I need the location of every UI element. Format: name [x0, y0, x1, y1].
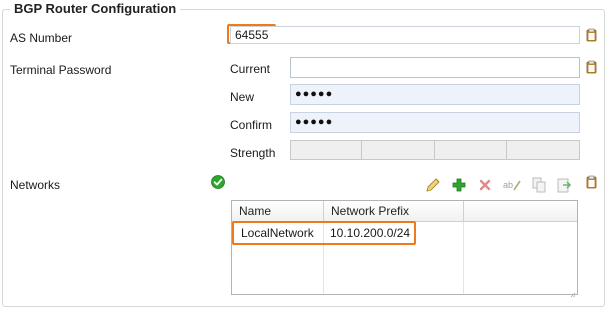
- svg-text:ab: ab: [503, 180, 513, 190]
- section-title: BGP Router Configuration: [10, 1, 181, 16]
- networks-table[interactable]: Name Network Prefix LocalNetwork 10.10.2…: [231, 200, 578, 298]
- column-header-name[interactable]: Name: [232, 201, 324, 222]
- delete-x-icon[interactable]: [476, 176, 494, 194]
- current-password-label: Current: [230, 62, 271, 76]
- terminal-password-label: Terminal Password: [10, 63, 112, 77]
- confirm-password-label: Confirm: [230, 118, 273, 132]
- networks-toolbar: ab: [420, 176, 580, 196]
- copy-icon[interactable]: [530, 176, 548, 194]
- strength-label: Strength: [230, 146, 276, 160]
- resize-grip[interactable]: [570, 287, 576, 298]
- strength-segment: [362, 140, 435, 160]
- current-password-input[interactable]: [290, 57, 580, 78]
- rename-icon[interactable]: ab: [502, 176, 522, 194]
- row-highlight: [232, 221, 416, 245]
- green-check-icon: [211, 175, 225, 189]
- strength-segment: [290, 140, 362, 160]
- clipboard-icon[interactable]: [586, 175, 597, 189]
- column-header-spacer: [464, 201, 577, 222]
- column-header-prefix[interactable]: Network Prefix: [324, 201, 464, 222]
- edit-pencil-icon[interactable]: [424, 176, 442, 194]
- confirm-password-input[interactable]: ●●●●●: [290, 112, 580, 133]
- new-password-input[interactable]: ●●●●●: [290, 84, 580, 105]
- strength-segment: [507, 140, 580, 160]
- strength-segment: [435, 140, 507, 160]
- networks-label: Networks: [10, 178, 61, 192]
- clipboard-icon[interactable]: [586, 28, 597, 42]
- as-number-value: 64555: [235, 28, 269, 42]
- as-number-label: AS Number: [10, 31, 73, 45]
- add-plus-icon[interactable]: [450, 176, 468, 194]
- new-password-label: New: [230, 90, 255, 104]
- as-number-input[interactable]: 64555: [230, 26, 580, 44]
- paste-icon[interactable]: [555, 176, 573, 194]
- password-strength-meter: [290, 140, 580, 160]
- clipboard-icon[interactable]: [586, 60, 597, 74]
